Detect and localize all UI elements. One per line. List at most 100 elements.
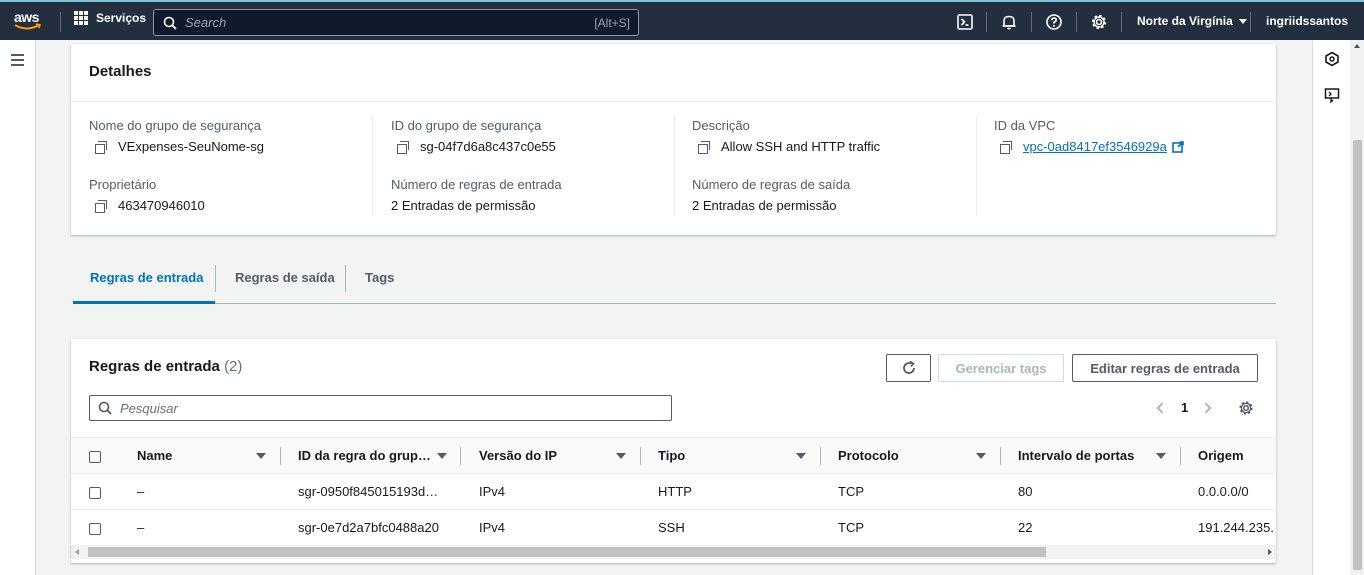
nav-divider	[1250, 12, 1251, 32]
table-header-row: Name ID da regra do grup… Versão do IP T…	[71, 437, 1276, 474]
menu-icon[interactable]	[11, 54, 24, 69]
row-checkbox[interactable]	[89, 522, 101, 535]
search-input[interactable]: Search [Alt+S]	[153, 9, 639, 36]
page-scrollbar[interactable]	[1350, 40, 1364, 575]
detail-value: sg-04f7d6a8c437c0e55	[420, 139, 556, 154]
rules-title-text: Regras de entrada	[89, 358, 220, 375]
details-title: Detalhes	[71, 44, 1276, 102]
user-menu[interactable]: ingriidssantos	[1266, 14, 1348, 28]
column-header-ip-version[interactable]: Versão do IP	[461, 437, 641, 474]
page-number[interactable]: 1	[1181, 400, 1188, 415]
sort-caret-icon[interactable]	[1156, 453, 1166, 459]
tab-outbound-rules[interactable]: Regras de saída	[235, 253, 335, 304]
scroll-left-icon[interactable]	[75, 549, 79, 555]
column-header-label: Intervalo de portas	[1018, 448, 1135, 463]
prev-page-icon[interactable]	[1156, 402, 1168, 414]
inbound-rules-table: Name ID da regra do grup… Versão do IP T…	[71, 437, 1276, 546]
sort-caret-icon[interactable]	[437, 453, 447, 459]
cell-ip-version: IPv4	[461, 509, 641, 546]
help-icon[interactable]	[1045, 13, 1063, 31]
region-selector[interactable]: Norte da Virgínia	[1137, 14, 1247, 28]
cell-rule-id: sgr-0950f845015193d…	[281, 473, 461, 510]
copy-icon[interactable]	[1000, 140, 1012, 154]
detail-outbound-count: Número de regras de saída 2 Entradas de …	[692, 177, 850, 213]
nav-divider	[1121, 12, 1122, 32]
table-row[interactable]: – sgr-0e7d2a7bfc0488a20 IPv4 SSH TCP 22 …	[71, 509, 1276, 546]
table-horizontal-scrollbar[interactable]	[71, 545, 1276, 559]
inbound-rules-panel: Regras de entrada (2) Gerenciar tags Edi…	[71, 339, 1276, 563]
settings-icon[interactable]	[1090, 13, 1108, 31]
rules-count: (2)	[224, 358, 243, 375]
tab-tags[interactable]: Tags	[365, 253, 394, 304]
detail-value: 2 Entradas de permissão	[391, 198, 536, 213]
detail-label: Proprietário	[89, 177, 157, 192]
table-row[interactable]: – sgr-0950f845015193d… IPv4 HTTP TCP 80 …	[71, 473, 1276, 510]
detail-owner: Proprietário 463470946010	[89, 177, 205, 213]
sort-caret-icon[interactable]	[976, 453, 986, 459]
sort-caret-icon[interactable]	[616, 453, 626, 459]
row-checkbox[interactable]	[89, 486, 101, 499]
user-label: ingriidssantos	[1266, 14, 1349, 28]
feedback-icon[interactable]	[1324, 87, 1340, 103]
services-label: Serviços	[96, 11, 147, 25]
search-shortcut: [Alt+S]	[594, 15, 630, 30]
row-select-cell	[71, 473, 119, 510]
table-settings-icon[interactable]	[1238, 400, 1254, 416]
select-all-cell	[71, 437, 119, 474]
column-header-protocol[interactable]: Protocolo	[821, 437, 1001, 474]
copy-icon[interactable]	[698, 140, 710, 154]
nav-divider	[1076, 12, 1077, 32]
manage-tags-button[interactable]: Gerenciar tags	[938, 354, 1064, 382]
tab-divider	[215, 265, 216, 292]
copy-icon[interactable]	[95, 199, 107, 213]
notifications-icon[interactable]	[1000, 13, 1018, 31]
column-header-type[interactable]: Tipo	[641, 437, 821, 474]
column-header-rule-id[interactable]: ID da regra do grup…	[281, 437, 461, 474]
cell-name: –	[119, 509, 281, 546]
region-label: Norte da Virgínia	[1137, 14, 1233, 28]
detail-label: ID do grupo de segurança	[391, 118, 542, 133]
scroll-right-icon[interactable]	[1268, 549, 1272, 555]
column-header-name[interactable]: Name	[119, 437, 281, 474]
column-header-label: Tipo	[658, 448, 686, 463]
edit-inbound-rules-button[interactable]: Editar regras de entrada	[1072, 354, 1258, 382]
column-header-source[interactable]: Origem	[1181, 437, 1276, 474]
nav-divider	[1031, 12, 1032, 32]
tab-inbound-rules[interactable]: Regras de entrada	[73, 253, 215, 304]
cell-port-range: 22	[1001, 509, 1181, 546]
refresh-button[interactable]	[886, 354, 931, 382]
aws-logo[interactable]: aws	[14, 6, 44, 34]
copy-icon[interactable]	[95, 140, 107, 154]
rules-search-input[interactable]: Pesquisar	[89, 395, 672, 421]
column-header-label: Origem	[1198, 448, 1244, 463]
row-select-cell	[71, 509, 119, 546]
cell-ip-version: IPv4	[461, 473, 641, 510]
tab-bar: Regras de entrada Regras de saída Tags	[73, 253, 1276, 304]
column-header-port-range[interactable]: Intervalo de portas	[1001, 437, 1181, 474]
scrollbar-thumb[interactable]	[1353, 140, 1362, 570]
sort-caret-icon[interactable]	[796, 453, 806, 459]
sort-caret-icon[interactable]	[256, 453, 266, 459]
tab-divider	[345, 265, 346, 292]
detail-value: Allow SSH and HTTP traffic	[721, 139, 881, 154]
detail-value: VExpenses-SeuNome-sg	[118, 139, 264, 154]
cell-protocol: TCP	[821, 509, 1001, 546]
vpc-link[interactable]: vpc-0ad8417ef3546929a	[1023, 139, 1167, 154]
external-link-icon[interactable]	[1172, 140, 1184, 153]
column-divider	[976, 116, 977, 216]
detail-vpc-id: ID da VPC vpc-0ad8417ef3546929a	[994, 118, 1184, 154]
cloudshell-icon[interactable]	[956, 13, 974, 31]
scroll-up-icon[interactable]	[1354, 44, 1360, 48]
rules-title: Regras de entrada (2)	[89, 358, 242, 375]
detail-inbound-count: Número de regras de entrada 2 Entradas d…	[391, 177, 562, 213]
copy-icon[interactable]	[397, 140, 409, 154]
info-panel-icon[interactable]	[1324, 51, 1340, 67]
cell-protocol: TCP	[821, 473, 1001, 510]
column-header-label: ID da regra do grup…	[298, 448, 431, 463]
column-header-label: Versão do IP	[479, 448, 558, 463]
services-menu-button[interactable]: Serviços	[74, 11, 146, 25]
scrollbar-thumb[interactable]	[88, 547, 1046, 557]
select-all-checkbox[interactable]	[89, 450, 101, 463]
column-divider	[674, 116, 675, 216]
next-page-icon[interactable]	[1200, 402, 1212, 414]
